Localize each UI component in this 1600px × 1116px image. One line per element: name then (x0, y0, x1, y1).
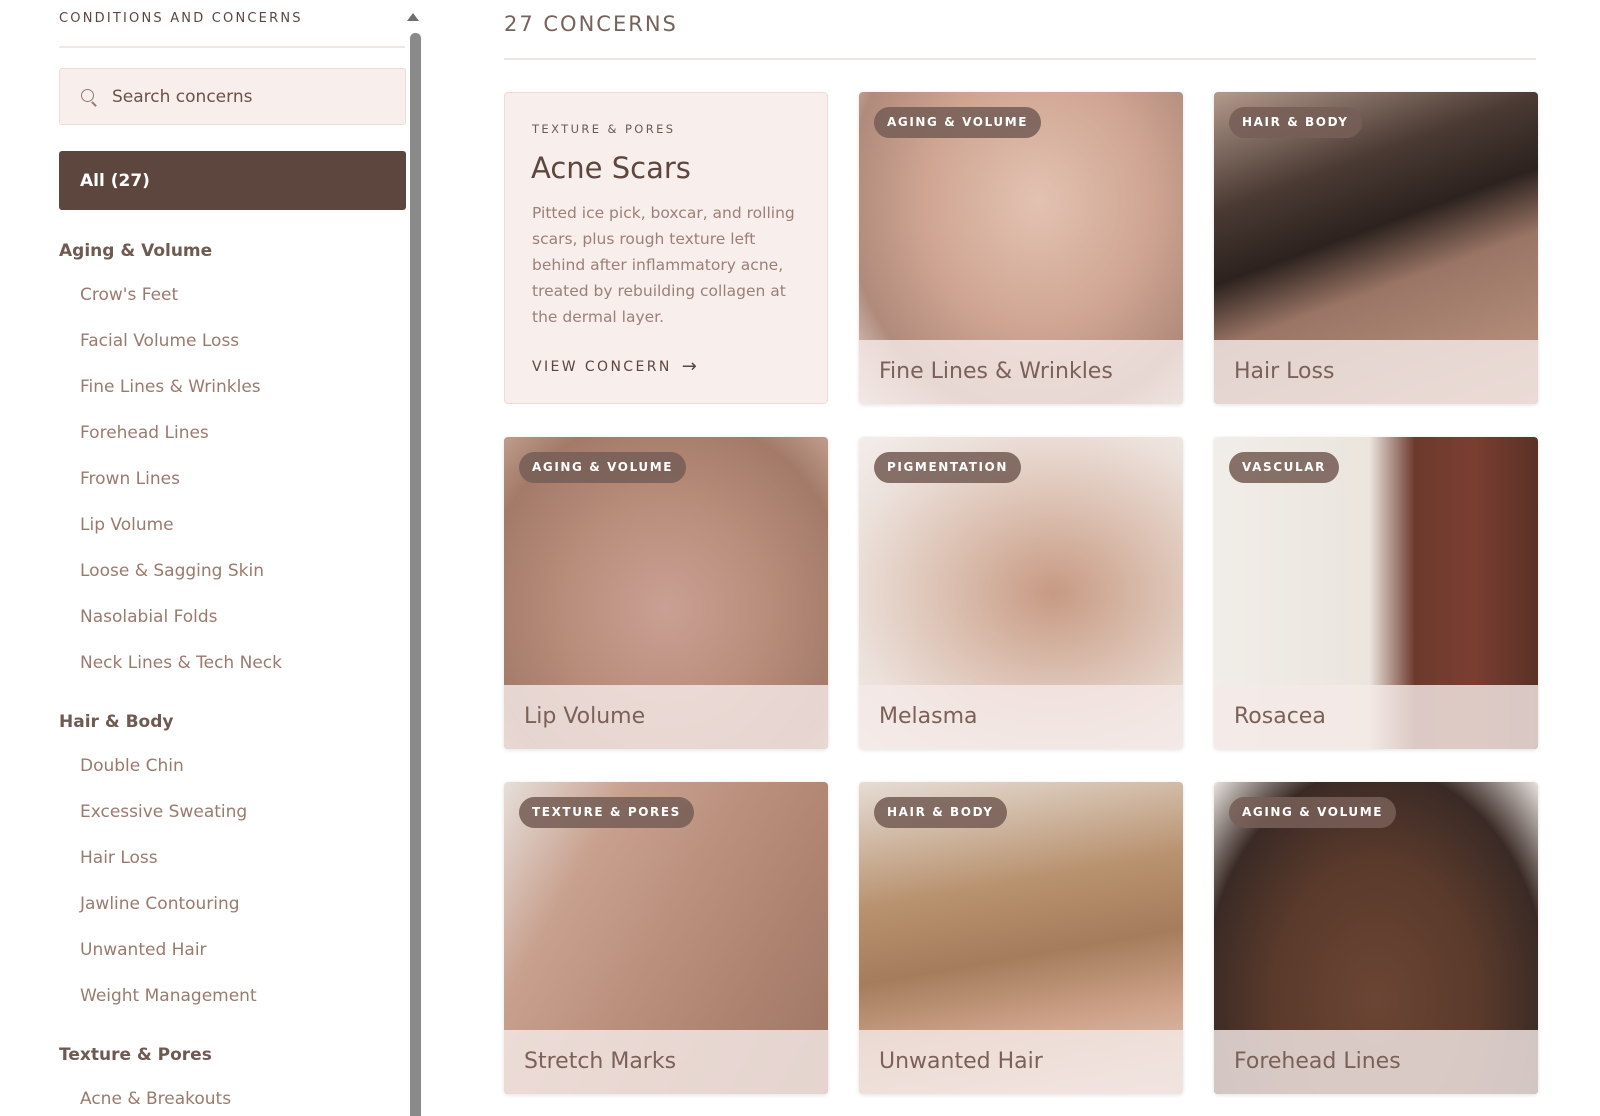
category-badge: TEXTURE & PORES (519, 797, 694, 828)
concern-caption: Hair Loss (1214, 340, 1538, 404)
category-item-facial-volume-loss[interactable]: Facial Volume Loss (59, 326, 399, 372)
category-badge: HAIR & BODY (1229, 107, 1362, 138)
category-item-double-chin[interactable]: Double Chin (59, 751, 399, 797)
sidebar-header: CONDITIONS AND CONCERNS (59, 11, 303, 26)
featured-description: Pitted ice pick, boxcar, and rolling sca… (532, 204, 795, 326)
concern-caption: Lip Volume (504, 685, 828, 749)
concern-caption: Fine Lines & Wrinkles (859, 340, 1183, 404)
category-badge: AGING & VOLUME (1229, 797, 1397, 828)
view-concern-link[interactable]: VIEW CONCERN → (532, 356, 697, 377)
concern-caption: Unwanted Hair (859, 1030, 1183, 1094)
featured-category-tag: TEXTURE & PORES (532, 122, 676, 136)
category-item-nasolabial-folds[interactable]: Nasolabial Folds (59, 602, 399, 648)
concern-card[interactable]: AGING & VOLUME Lip Volume (504, 437, 828, 749)
category-list: Aging & Volume Crow's Feet Facial Volume… (59, 236, 399, 1116)
scroll-up-arrow-icon[interactable] (407, 13, 419, 21)
arrow-right-icon: → (681, 356, 697, 377)
category-group-texture-pores: Texture & Pores Acne & Breakouts (59, 1040, 399, 1116)
category-badge: VASCULAR (1229, 452, 1339, 483)
page-title: 27 CONCERNS (504, 12, 678, 36)
category-item-hair-loss[interactable]: Hair Loss (59, 843, 399, 889)
search-input[interactable] (112, 86, 402, 107)
category-item-weight-management[interactable]: Weight Management (59, 981, 399, 1027)
concern-card[interactable]: PIGMENTATION Melasma (859, 437, 1183, 749)
category-group-title[interactable]: Aging & Volume (59, 236, 399, 266)
category-item-loose-sagging-skin[interactable]: Loose & Sagging Skin (59, 556, 399, 602)
category-item-forehead-lines[interactable]: Forehead Lines (59, 418, 399, 464)
category-item-jawline-contouring[interactable]: Jawline Contouring (59, 889, 399, 935)
category-item-unwanted-hair[interactable]: Unwanted Hair (59, 935, 399, 981)
search-icon (78, 86, 100, 108)
concern-card[interactable]: AGING & VOLUME Fine Lines & Wrinkles (859, 92, 1183, 404)
concern-caption: Rosacea (1214, 685, 1538, 749)
featured-title: Acne Scars (531, 151, 691, 185)
category-item-acne-breakouts[interactable]: Acne & Breakouts (59, 1084, 399, 1116)
concern-caption: Stretch Marks (504, 1030, 828, 1094)
category-badge: AGING & VOLUME (874, 107, 1042, 138)
category-item-crows-feet[interactable]: Crow's Feet (59, 280, 399, 326)
category-badge: AGING & VOLUME (519, 452, 687, 483)
divider (504, 58, 1536, 60)
featured-concern-card[interactable]: TEXTURE & PORES Acne Scars Pitted ice pi… (504, 92, 828, 404)
category-item-fine-lines-wrinkles[interactable]: Fine Lines & Wrinkles (59, 372, 399, 418)
category-badge: HAIR & BODY (874, 797, 1007, 828)
concern-caption: Forehead Lines (1214, 1030, 1538, 1094)
concern-card[interactable]: HAIR & BODY Hair Loss (1214, 92, 1538, 404)
category-item-excessive-sweating[interactable]: Excessive Sweating (59, 797, 399, 843)
category-item-neck-lines[interactable]: Neck Lines & Tech Neck (59, 648, 399, 694)
category-item-frown-lines[interactable]: Frown Lines (59, 464, 399, 510)
divider (59, 46, 405, 48)
sidebar: CONDITIONS AND CONCERNS All (27) Aging &… (0, 0, 425, 1116)
category-item-lip-volume[interactable]: Lip Volume (59, 510, 399, 556)
category-group-aging-volume: Aging & Volume Crow's Feet Facial Volume… (59, 236, 399, 694)
concern-card[interactable]: VASCULAR Rosacea (1214, 437, 1538, 749)
category-group-title[interactable]: Texture & Pores (59, 1040, 399, 1070)
category-badge: PIGMENTATION (874, 452, 1021, 483)
search-field (59, 68, 406, 125)
concern-card[interactable]: TEXTURE & PORES Stretch Marks (504, 782, 828, 1094)
category-group-hair-body: Hair & Body Double Chin Excessive Sweati… (59, 707, 399, 1027)
concern-card[interactable]: HAIR & BODY Unwanted Hair (859, 782, 1183, 1094)
concern-card[interactable]: AGING & VOLUME Forehead Lines (1214, 782, 1538, 1094)
filter-all-button[interactable]: All (27) (59, 151, 406, 210)
view-concern-label: VIEW CONCERN (532, 358, 672, 375)
scrollbar[interactable] (410, 33, 421, 1116)
concern-caption: Melasma (859, 685, 1183, 749)
category-group-title[interactable]: Hair & Body (59, 707, 399, 737)
